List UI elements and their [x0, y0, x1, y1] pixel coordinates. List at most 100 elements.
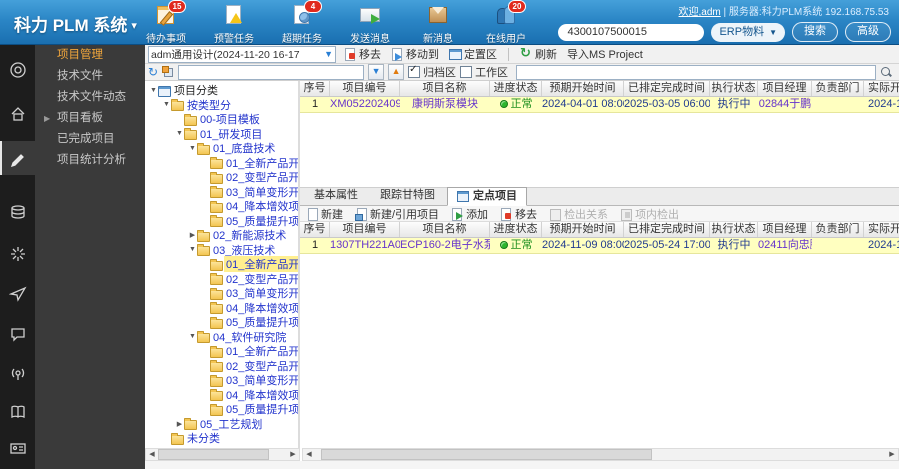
- archive-area-checkbox[interactable]: 归档区: [408, 64, 456, 80]
- advanced-search-button[interactable]: 高级: [845, 22, 891, 42]
- detail-tab[interactable]: 跟踪甘特图: [370, 186, 445, 205]
- remove-button[interactable]: 移去: [342, 46, 383, 62]
- explore-icon[interactable]: [0, 53, 35, 87]
- tree-expand-arrow[interactable]: ▶: [175, 420, 184, 428]
- tree-node[interactable]: 04_降本增效项目: [145, 199, 298, 214]
- sidebar-menu-item[interactable]: 已完成项目: [35, 129, 145, 150]
- search-input[interactable]: [558, 23, 705, 41]
- scrollbar-track[interactable]: [315, 449, 886, 460]
- remove-button-sub[interactable]: 移去: [498, 206, 539, 222]
- tree-node[interactable]: 00-项目模板: [145, 112, 298, 127]
- sidebar-menu-item[interactable]: ▶ 项目看板: [35, 108, 145, 129]
- sidebar-menu-item[interactable]: 项目统计分析: [35, 150, 145, 171]
- tree-expand-arrow[interactable]: ▼: [188, 145, 197, 152]
- refresh-tree-icon[interactable]: ↻: [148, 66, 158, 78]
- tree-node[interactable]: ▶ 02_新能源技术: [145, 228, 298, 243]
- detail-tab[interactable]: 定点项目: [447, 187, 527, 206]
- workspace-checkbox[interactable]: 工作区: [460, 64, 508, 80]
- header-shortcut-button[interactable]: 4 超期任务: [276, 0, 328, 45]
- app-title-menu[interactable]: 科力 PLM 系统 ▾: [14, 11, 137, 36]
- broadcast-icon[interactable]: [0, 357, 35, 391]
- tree-expand-arrow[interactable]: ▼: [162, 101, 171, 108]
- header-shortcut-button[interactable]: 20 在线用户: [480, 0, 532, 45]
- add-button[interactable]: 添加: [449, 206, 490, 222]
- tree-expand-arrow[interactable]: ▶: [188, 231, 197, 239]
- dock-area-button[interactable]: 定置区: [447, 46, 499, 62]
- refresh-button[interactable]: 刷新: [518, 45, 559, 62]
- scrollbar-thumb[interactable]: [320, 449, 652, 460]
- tree-node[interactable]: 05_质量提升项目: [145, 214, 298, 229]
- tree-node[interactable]: 03_简单变形开发: [145, 286, 298, 301]
- tree-node[interactable]: 04_降本增效项目: [145, 388, 298, 403]
- project-manager-link[interactable]: 02844于鹏: [758, 97, 812, 112]
- search-button[interactable]: 搜索: [792, 22, 838, 42]
- view-scheme-combobox[interactable]: adm通用设计(2024-11-20 16-17 ▼: [148, 45, 336, 63]
- tree-node[interactable]: 03_简单变形开发: [145, 373, 298, 388]
- header-shortcut-button[interactable]: 预警任务: [208, 3, 260, 45]
- project-name-link[interactable]: 康明斯泵模块: [400, 97, 490, 112]
- locate-node-icon[interactable]: [162, 66, 174, 78]
- header-shortcut-button[interactable]: 发送消息: [344, 3, 396, 45]
- header-shortcut-button[interactable]: 新消息: [412, 3, 464, 45]
- tree-node[interactable]: 未分类: [145, 431, 298, 446]
- tree-expand-arrow[interactable]: ▼: [188, 333, 197, 340]
- import-ms-project-button[interactable]: 导入MS Project: [565, 46, 645, 62]
- sidebar-menu-item[interactable]: 项目管理: [35, 45, 145, 66]
- tree-node[interactable]: 03_简单变形开发: [145, 185, 298, 200]
- tree-node[interactable]: 01_全新产品开发: [145, 344, 298, 359]
- scroll-left-arrow[interactable]: ◀: [146, 449, 158, 460]
- checkout-relation-button[interactable]: 检出关系: [547, 206, 610, 222]
- tree-expand-arrow[interactable]: ▼: [175, 130, 184, 137]
- tree-node[interactable]: 02_变型产品开发(零及器开: [145, 359, 298, 374]
- checkout-in-item-button[interactable]: 项内检出: [618, 206, 681, 222]
- search-magnifier-icon[interactable]: [880, 66, 893, 79]
- collapse-all-button[interactable]: ▲: [388, 64, 405, 80]
- spinner-icon[interactable]: [0, 237, 35, 271]
- tree-node[interactable]: ▶ 05_工艺规划: [145, 417, 298, 432]
- project-name-link[interactable]: ECP160-2电子水泵: [400, 238, 490, 253]
- tree-node[interactable]: ▼ 03_液压技术: [145, 243, 298, 258]
- scrollbar-thumb[interactable]: [158, 449, 269, 460]
- tree-node[interactable]: 01_全新产品开发: [145, 156, 298, 171]
- new-reference-project-button[interactable]: 新建/引用项目: [353, 206, 441, 222]
- move-to-button[interactable]: 移动到: [389, 46, 441, 62]
- project-code-link[interactable]: XM05220240912: [330, 97, 400, 112]
- expand-all-button[interactable]: ▼: [368, 64, 385, 80]
- table-horizontal-scrollbar[interactable]: ◀ ▶: [302, 448, 899, 461]
- send-icon[interactable]: [0, 277, 35, 311]
- tree-node[interactable]: ▼ 项目分类: [145, 83, 298, 98]
- table-row-selected[interactable]: 1 1307TH221A001 ECP160-2电子水泵 正常 2024-11-…: [300, 238, 899, 254]
- id-card-icon[interactable]: [0, 431, 35, 465]
- tree-node[interactable]: ▼ 04_软件研究院: [145, 330, 298, 345]
- scroll-right-arrow[interactable]: ▶: [886, 449, 898, 460]
- project-code-link[interactable]: 1307TH221A001: [330, 238, 400, 253]
- scroll-right-arrow[interactable]: ▶: [287, 449, 299, 460]
- new-button[interactable]: 新建: [304, 206, 345, 222]
- search-category-select[interactable]: ERP物料 ▼: [711, 22, 785, 42]
- header-shortcut-button[interactable]: 15 待办事项: [140, 0, 192, 45]
- tree-expand-arrow[interactable]: ▼: [188, 246, 197, 253]
- project-manager-link[interactable]: 02411向忠鹏: [758, 238, 812, 253]
- tree-node[interactable]: 05_质量提升项目: [145, 315, 298, 330]
- chat-icon[interactable]: [0, 317, 35, 351]
- tree-node[interactable]: 01_全新产品开发: [145, 256, 298, 273]
- book-icon[interactable]: [0, 395, 35, 429]
- scrollbar-track[interactable]: [158, 449, 287, 460]
- tree-node[interactable]: ▼ 01_研发项目: [145, 127, 298, 142]
- tree-node-label[interactable]: 未分类: [185, 430, 222, 446]
- database-icon[interactable]: [0, 195, 35, 229]
- detail-tab[interactable]: 基本属性: [304, 186, 368, 205]
- project-edit-icon[interactable]: [0, 141, 35, 175]
- tree-expand-arrow[interactable]: ▼: [149, 87, 158, 94]
- home-icon[interactable]: [0, 97, 35, 131]
- tree-node[interactable]: ▼ 01_底盘技术: [145, 141, 298, 156]
- tree-node[interactable]: ▼ 按类型分: [145, 98, 298, 113]
- table-row-selected[interactable]: 1 XM05220240912 康明斯泵模块 正常 2024-04-01 08:…: [300, 97, 899, 113]
- list-filter-input[interactable]: [516, 64, 876, 80]
- tree-node[interactable]: 02_变型产品开发(零及器开: [145, 170, 298, 185]
- sidebar-menu-item[interactable]: 技术文件动态: [35, 87, 145, 108]
- tree-node[interactable]: 04_降本增效项目: [145, 301, 298, 316]
- welcome-user-link[interactable]: 欢迎,adm: [679, 7, 721, 18]
- tree-filter-input[interactable]: [178, 64, 365, 80]
- tree-horizontal-scrollbar[interactable]: ◀ ▶: [145, 448, 300, 461]
